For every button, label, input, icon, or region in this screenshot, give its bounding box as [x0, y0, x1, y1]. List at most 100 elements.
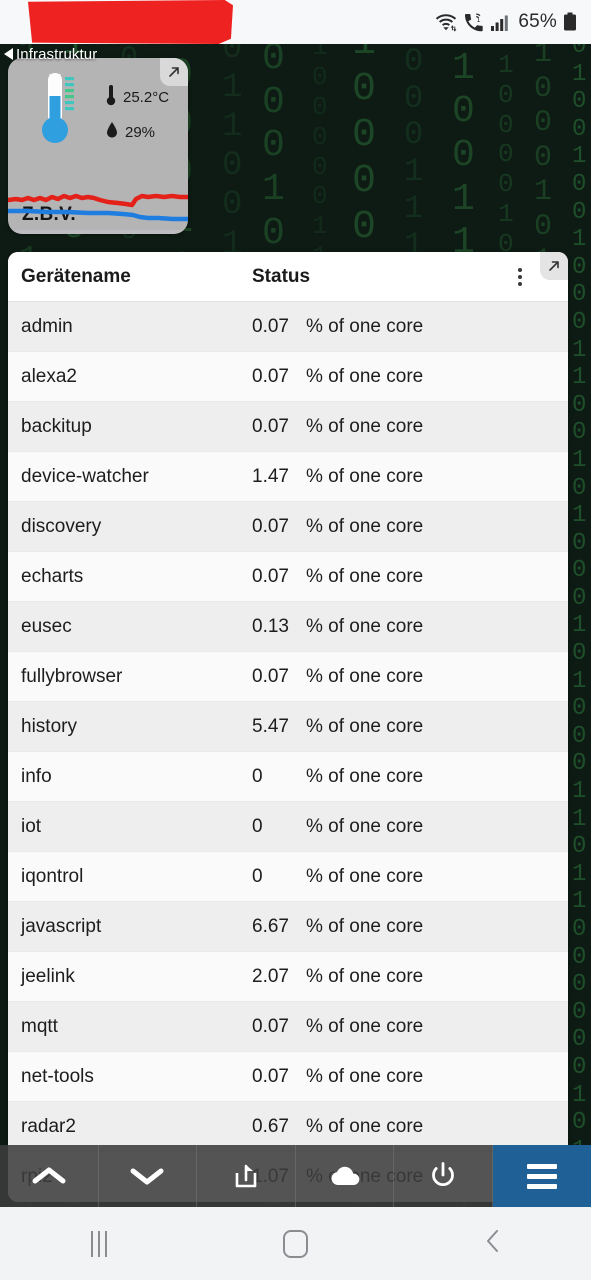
table-row[interactable]: info 0 % of one core [8, 752, 568, 802]
cell-status-unit: % of one core [306, 665, 424, 687]
cell-status: 0.13 % of one core [252, 616, 568, 638]
breadcrumb[interactable]: Infrastruktur [4, 44, 97, 64]
cell-status: 6.67 % of one core [252, 916, 568, 938]
cell-device-name: admin [21, 315, 73, 337]
table-row[interactable]: backitup 0.07 % of one core [8, 402, 568, 452]
table-body: admin 0.07 % of one core alexa2 0.07 % of one… [8, 302, 568, 1202]
recents-icon [90, 1230, 107, 1257]
redaction-overlay [28, 0, 233, 44]
wifi-icon [435, 12, 457, 32]
scroll-up-button[interactable] [0, 1145, 99, 1207]
cell-status: 1.47 % of one core [252, 466, 568, 488]
cell-status-unit: % of one core [306, 1115, 424, 1137]
cell-status: 0.07 % of one core [252, 566, 568, 588]
cell-device-name: iqontrol [21, 865, 84, 887]
table-row[interactable]: javascript 6.67 % of one core [8, 902, 568, 952]
cell-status-value: 0.07 [252, 1015, 289, 1037]
table-row[interactable]: device-watcher 1.47 % of one core [8, 452, 568, 502]
cell-status-value: 0.07 [252, 1065, 289, 1087]
cell-device-name: jeelink [21, 965, 75, 987]
signal-bars-icon [491, 13, 509, 31]
weather-widget[interactable]: 25.2°C 29% Z.B.V. [8, 58, 188, 234]
table-row[interactable]: echarts 0.07 % of one core [8, 552, 568, 602]
back-button[interactable] [394, 1227, 591, 1260]
cell-status: 0.07 % of one core [252, 416, 568, 438]
cell-status: 0.07 % of one core [252, 316, 568, 338]
battery-percent-label: 65% [518, 11, 557, 32]
cell-status: 0 % of one core [252, 866, 568, 888]
cell-status-value: 0.07 [252, 415, 289, 437]
power-button[interactable] [394, 1145, 493, 1207]
table-row[interactable]: discovery 0.07 % of one core [8, 502, 568, 552]
table-row[interactable]: history 5.47 % of one core [8, 702, 568, 752]
table-row[interactable]: admin 0.07 % of one core [8, 302, 568, 352]
cell-device-name: javascript [21, 915, 102, 937]
cloud-button[interactable] [295, 1145, 395, 1207]
cell-status: 0 % of one core [252, 816, 568, 838]
cell-device-name: mqtt [21, 1015, 58, 1037]
hamburger-menu-icon [526, 1163, 557, 1189]
cell-status-value: 0.07 [252, 515, 289, 537]
chevron-down-icon [130, 1165, 164, 1187]
table-row[interactable]: iot 0 % of one core [8, 802, 568, 852]
battery-icon [563, 12, 577, 32]
share-icon [232, 1162, 260, 1190]
cell-device-name: backitup [21, 415, 92, 437]
expand-arrow-icon[interactable] [540, 252, 568, 280]
kebab-menu-icon[interactable] [514, 264, 526, 290]
cell-status-unit: % of one core [306, 915, 424, 937]
cell-status-value: 0 [252, 765, 263, 787]
cloud-icon [329, 1165, 361, 1187]
table-row[interactable]: iqontrol 0 % of one core [8, 852, 568, 902]
cell-device-name: echarts [21, 565, 84, 587]
back-chevron-icon [483, 1227, 503, 1260]
table-row[interactable]: net-tools 0.07 % of one core [8, 1052, 568, 1102]
cell-device-name: fullybrowser [21, 665, 123, 687]
cell-status-unit: % of one core [306, 515, 424, 537]
widget-sparkline-chart [8, 193, 188, 234]
cell-status-unit: % of one core [306, 865, 424, 887]
cell-status-unit: % of one core [306, 765, 424, 787]
cell-status-unit: % of one core [306, 1065, 424, 1087]
table-row[interactable]: eusec 0.13 % of one core [8, 602, 568, 652]
temperature-value: 25.2°C [123, 89, 170, 106]
app-bottom-toolbar [0, 1145, 591, 1207]
table-row[interactable]: jeelink 2.07 % of one core [8, 952, 568, 1002]
cell-device-name: history [21, 715, 77, 737]
back-triangle-icon[interactable] [4, 48, 13, 60]
table-row[interactable]: alexa2 0.07 % of one core [8, 352, 568, 402]
recents-button[interactable] [0, 1230, 197, 1257]
column-header-geraetename[interactable]: Gerätename [8, 266, 252, 288]
cell-status-value: 0.67 [252, 1115, 289, 1137]
cell-device-name: discovery [21, 515, 102, 537]
cell-status: 0.07 % of one core [252, 366, 568, 388]
table-row[interactable]: mqtt 0.07 % of one core [8, 1002, 568, 1052]
cell-status: 0 % of one core [252, 766, 568, 788]
cell-status-unit: % of one core [306, 365, 424, 387]
scroll-down-button[interactable] [98, 1145, 198, 1207]
cell-status: 5.47 % of one core [252, 716, 568, 738]
humidity-reading: 29% [106, 121, 169, 144]
cell-status-unit: % of one core [306, 315, 424, 337]
table-row[interactable]: fullybrowser 0.07 % of one core [8, 652, 568, 702]
menu-button[interactable] [492, 1145, 591, 1207]
temperature-reading: 25.2°C [106, 84, 169, 111]
cell-status-value: 0 [252, 815, 263, 837]
power-icon [430, 1162, 456, 1190]
cell-status-value: 0.13 [252, 615, 289, 637]
cell-status-unit: % of one core [306, 815, 424, 837]
home-icon [283, 1229, 308, 1258]
cell-status: 0.07 % of one core [252, 516, 568, 538]
home-button[interactable] [197, 1229, 394, 1258]
volte-call-icon: 1 [463, 12, 485, 32]
share-button[interactable] [197, 1145, 296, 1207]
cell-status-unit: % of one core [306, 465, 424, 487]
cell-status-value: 2.07 [252, 965, 289, 987]
cell-device-name: eusec [21, 615, 72, 637]
cell-status-value: 0.07 [252, 365, 289, 387]
cell-status-value: 0 [252, 865, 263, 887]
cell-status: 0.67 % of one core [252, 1116, 568, 1138]
phone-screen: 1 0 0 0 1 1 1 1 0 1 0 1 0 0 1 0 1 1 0 1 … [0, 0, 591, 1280]
cell-status-value: 5.47 [252, 715, 289, 737]
expand-arrow-icon[interactable] [160, 58, 188, 86]
